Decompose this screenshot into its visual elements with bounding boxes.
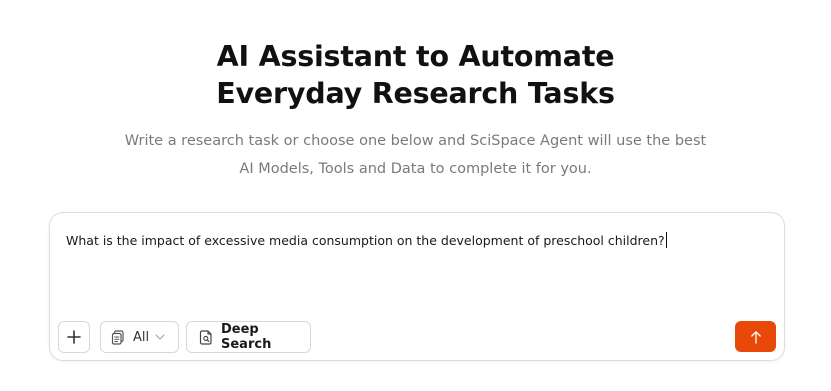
task-prompt-text: What is the impact of excessive media co…	[66, 233, 665, 248]
chevron-down-icon	[155, 334, 165, 340]
send-button[interactable]	[735, 321, 776, 352]
arrow-up-icon	[750, 330, 762, 344]
add-attachment-button[interactable]	[58, 321, 90, 353]
task-composer: What is the impact of excessive media co…	[49, 212, 785, 361]
page-subtitle-line-2: AI Models, Tools and Data to complete it…	[239, 161, 592, 177]
page-subtitle: Write a research task or choose one belo…	[0, 127, 831, 183]
documents-icon	[111, 329, 125, 345]
source-scope-select[interactable]: All	[100, 321, 179, 353]
page-title: AI Assistant to Automate Everyday Resear…	[0, 38, 831, 112]
plus-icon	[67, 330, 81, 344]
page-subtitle-line-1: Write a research task or choose one belo…	[124, 133, 707, 149]
text-caret	[665, 232, 667, 248]
deep-search-button[interactable]: Deep Search	[186, 321, 311, 353]
task-prompt-input[interactable]: What is the impact of excessive media co…	[66, 232, 768, 250]
page-title-line-2: Everyday Research Tasks	[216, 77, 615, 110]
source-scope-value: All	[133, 329, 150, 345]
page: AI Assistant to Automate Everyday Resear…	[0, 0, 831, 391]
page-title-line-1: AI Assistant to Automate	[216, 40, 615, 73]
deep-search-label: Deep Search	[221, 322, 272, 352]
document-search-icon	[199, 329, 213, 345]
